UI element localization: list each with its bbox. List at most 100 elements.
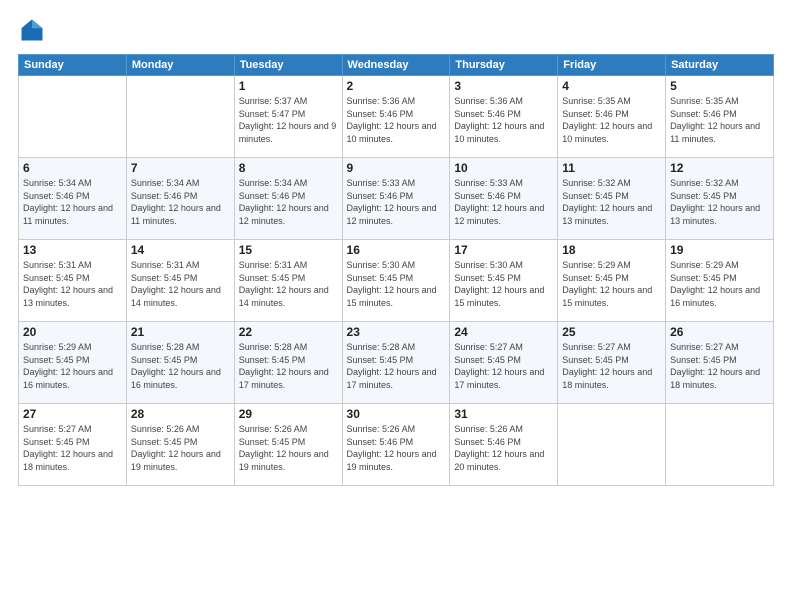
calendar-cell: 21 Sunrise: 5:28 AMSunset: 5:45 PMDayligh…: [126, 322, 234, 404]
calendar-cell: 6 Sunrise: 5:34 AMSunset: 5:46 PMDaylight…: [19, 158, 127, 240]
day-number: 10: [454, 161, 553, 175]
calendar-cell: 9 Sunrise: 5:33 AMSunset: 5:46 PMDaylight…: [342, 158, 450, 240]
day-number: 31: [454, 407, 553, 421]
calendar-cell: 20 Sunrise: 5:29 AMSunset: 5:45 PMDayligh…: [19, 322, 127, 404]
day-number: 20: [23, 325, 122, 339]
calendar-cell: 4 Sunrise: 5:35 AMSunset: 5:46 PMDaylight…: [558, 76, 666, 158]
calendar-cell: 23 Sunrise: 5:28 AMSunset: 5:45 PMDayligh…: [342, 322, 450, 404]
day-info: Sunrise: 5:35 AMSunset: 5:46 PMDaylight:…: [562, 95, 661, 145]
day-number: 7: [131, 161, 230, 175]
logo-icon: [18, 16, 46, 44]
day-number: 24: [454, 325, 553, 339]
day-info: Sunrise: 5:34 AMSunset: 5:46 PMDaylight:…: [131, 177, 230, 227]
calendar-cell: 25Sunrise: 5:27 AMSunset: 5:45 PMDayligh…: [558, 322, 666, 404]
day-number: 21: [131, 325, 230, 339]
day-number: 18: [562, 243, 661, 257]
day-info: Sunrise: 5:32 AMSunset: 5:45 PMDaylight:…: [670, 177, 769, 227]
calendar-header-day: Wednesday: [342, 55, 450, 76]
day-info: Sunrise: 5:30 AMSunset: 5:45 PMDaylight:…: [454, 259, 553, 309]
calendar-week-row: 20 Sunrise: 5:29 AMSunset: 5:45 PMDayligh…: [19, 322, 774, 404]
calendar-header-day: Tuesday: [234, 55, 342, 76]
day-number: 30: [347, 407, 446, 421]
calendar-cell: 28Sunrise: 5:26 AMSunset: 5:45 PMDayligh…: [126, 404, 234, 486]
day-number: 8: [239, 161, 338, 175]
day-info: Sunrise: 5:28 AMSunset: 5:45 PMDaylight:…: [131, 341, 230, 391]
day-number: 23: [347, 325, 446, 339]
day-info: Sunrise: 5:27 AMSunset: 5:45 PMDaylight:…: [454, 341, 553, 391]
day-number: 1: [239, 79, 338, 93]
day-number: 27: [23, 407, 122, 421]
calendar-cell: [666, 404, 774, 486]
day-number: 19: [670, 243, 769, 257]
calendar-cell: 14 Sunrise: 5:31 AMSunset: 5:45 PMDayligh…: [126, 240, 234, 322]
calendar-cell: 27 Sunrise: 5:27 AMSunset: 5:45 PMDayligh…: [19, 404, 127, 486]
day-number: 5: [670, 79, 769, 93]
day-info: Sunrise: 5:33 AMSunset: 5:46 PMDaylight:…: [347, 177, 446, 227]
day-number: 11: [562, 161, 661, 175]
day-number: 26: [670, 325, 769, 339]
day-number: 2: [347, 79, 446, 93]
day-number: 4: [562, 79, 661, 93]
calendar-header-row: SundayMondayTuesdayWednesdayThursdayFrid…: [19, 55, 774, 76]
calendar-cell: 8 Sunrise: 5:34 AMSunset: 5:46 PMDaylight…: [234, 158, 342, 240]
calendar-cell: [126, 76, 234, 158]
day-number: 16: [347, 243, 446, 257]
day-info: Sunrise: 5:35 AMSunset: 5:46 PMDaylight:…: [670, 95, 769, 145]
day-info: Sunrise: 5:31 AMSunset: 5:45 PMDaylight:…: [23, 259, 122, 309]
calendar-week-row: 6 Sunrise: 5:34 AMSunset: 5:46 PMDaylight…: [19, 158, 774, 240]
day-info: Sunrise: 5:32 AMSunset: 5:45 PMDaylight:…: [562, 177, 661, 227]
day-number: 13: [23, 243, 122, 257]
day-number: 28: [131, 407, 230, 421]
calendar-table: SundayMondayTuesdayWednesdayThursdayFrid…: [18, 54, 774, 486]
day-info: Sunrise: 5:27 AMSunset: 5:45 PMDaylight:…: [23, 423, 122, 473]
calendar-cell: 22 Sunrise: 5:28 AMSunset: 5:45 PMDayligh…: [234, 322, 342, 404]
calendar-cell: 3 Sunrise: 5:36 AMSunset: 5:46 PMDaylight…: [450, 76, 558, 158]
calendar-cell: 16 Sunrise: 5:30 AMSunset: 5:45 PMDayligh…: [342, 240, 450, 322]
calendar-cell: 24 Sunrise: 5:27 AMSunset: 5:45 PMDayligh…: [450, 322, 558, 404]
calendar-cell: 30 Sunrise: 5:26 AMSunset: 5:46 PMDayligh…: [342, 404, 450, 486]
page: SundayMondayTuesdayWednesdayThursdayFrid…: [0, 0, 792, 612]
day-info: Sunrise: 5:29 AMSunset: 5:45 PMDaylight:…: [23, 341, 122, 391]
day-info: Sunrise: 5:26 AMSunset: 5:45 PMDaylight:…: [239, 423, 338, 473]
day-number: 15: [239, 243, 338, 257]
calendar-header-day: Thursday: [450, 55, 558, 76]
day-number: 12: [670, 161, 769, 175]
calendar-cell: 5 Sunrise: 5:35 AMSunset: 5:46 PMDaylight…: [666, 76, 774, 158]
calendar-week-row: 27 Sunrise: 5:27 AMSunset: 5:45 PMDayligh…: [19, 404, 774, 486]
calendar-header-day: Sunday: [19, 55, 127, 76]
day-info: Sunrise: 5:28 AMSunset: 5:45 PMDaylight:…: [239, 341, 338, 391]
day-info: Sunrise: 5:31 AMSunset: 5:45 PMDaylight:…: [239, 259, 338, 309]
day-info: Sunrise: 5:27 AMSunset: 5:45 PMDaylight:…: [562, 341, 661, 391]
calendar-cell: 11 Sunrise: 5:32 AMSunset: 5:45 PMDayligh…: [558, 158, 666, 240]
day-number: 22: [239, 325, 338, 339]
day-number: 14: [131, 243, 230, 257]
day-info: Sunrise: 5:26 AMSunset: 5:46 PMDaylight:…: [347, 423, 446, 473]
day-number: 6: [23, 161, 122, 175]
calendar-cell: 26Sunrise: 5:27 AMSunset: 5:45 PMDayligh…: [666, 322, 774, 404]
day-info: Sunrise: 5:29 AMSunset: 5:45 PMDaylight:…: [562, 259, 661, 309]
day-info: Sunrise: 5:31 AMSunset: 5:45 PMDaylight:…: [131, 259, 230, 309]
day-number: 3: [454, 79, 553, 93]
day-info: Sunrise: 5:36 AMSunset: 5:46 PMDaylight:…: [454, 95, 553, 145]
calendar-week-row: 1 Sunrise: 5:37 AMSunset: 5:47 PMDaylight…: [19, 76, 774, 158]
header: [18, 16, 774, 44]
day-number: 29: [239, 407, 338, 421]
day-number: 9: [347, 161, 446, 175]
day-info: Sunrise: 5:34 AMSunset: 5:46 PMDaylight:…: [23, 177, 122, 227]
day-info: Sunrise: 5:34 AMSunset: 5:46 PMDaylight:…: [239, 177, 338, 227]
calendar-cell: 18 Sunrise: 5:29 AMSunset: 5:45 PMDayligh…: [558, 240, 666, 322]
day-info: Sunrise: 5:33 AMSunset: 5:46 PMDaylight:…: [454, 177, 553, 227]
calendar-cell: 12 Sunrise: 5:32 AMSunset: 5:45 PMDayligh…: [666, 158, 774, 240]
calendar-cell: 15 Sunrise: 5:31 AMSunset: 5:45 PMDayligh…: [234, 240, 342, 322]
day-info: Sunrise: 5:36 AMSunset: 5:46 PMDaylight:…: [347, 95, 446, 145]
day-info: Sunrise: 5:30 AMSunset: 5:45 PMDaylight:…: [347, 259, 446, 309]
day-info: Sunrise: 5:28 AMSunset: 5:45 PMDaylight:…: [347, 341, 446, 391]
logo: [18, 16, 50, 44]
day-info: Sunrise: 5:29 AMSunset: 5:45 PMDaylight:…: [670, 259, 769, 309]
calendar-header-day: Monday: [126, 55, 234, 76]
calendar-cell: [19, 76, 127, 158]
calendar-header-day: Friday: [558, 55, 666, 76]
calendar-cell: 29 Sunrise: 5:26 AMSunset: 5:45 PMDayligh…: [234, 404, 342, 486]
calendar-cell: 7 Sunrise: 5:34 AMSunset: 5:46 PMDaylight…: [126, 158, 234, 240]
day-info: Sunrise: 5:37 AMSunset: 5:47 PMDaylight:…: [239, 95, 338, 145]
